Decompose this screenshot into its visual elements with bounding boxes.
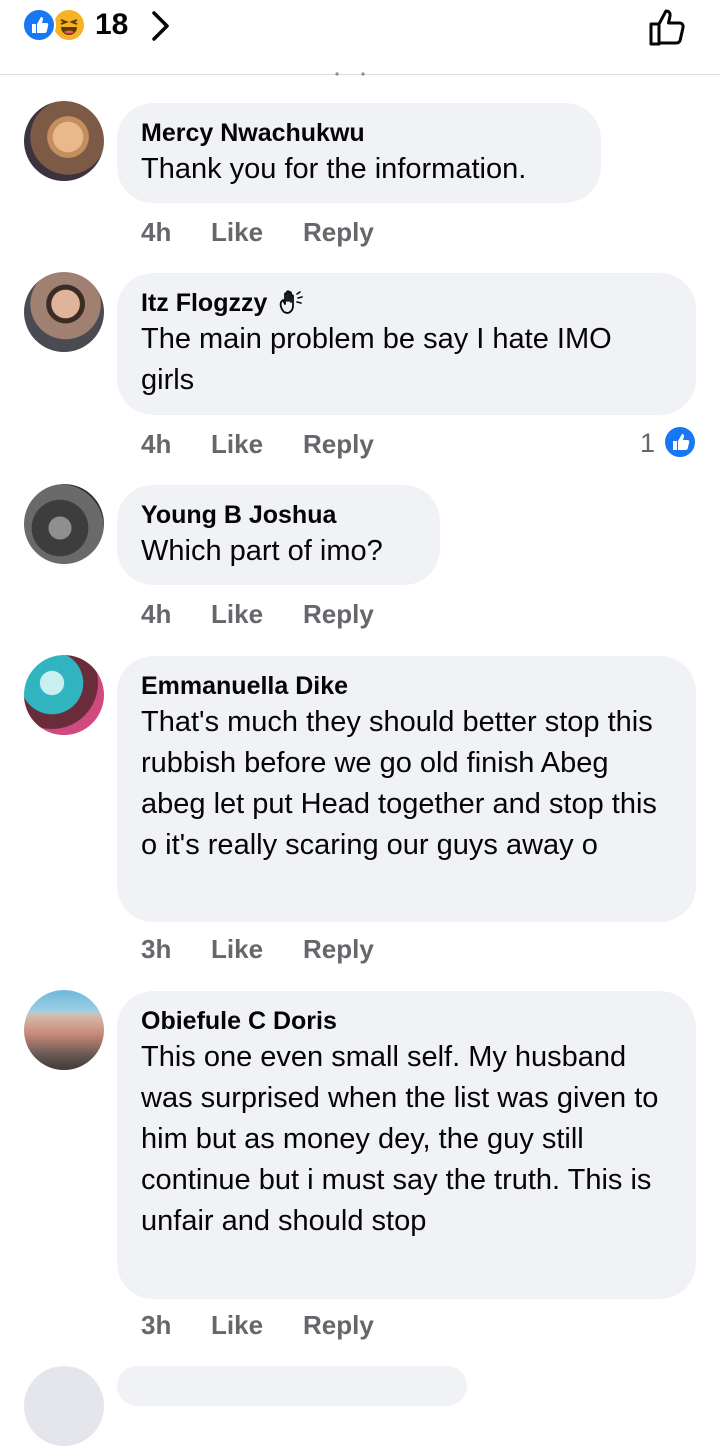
avatar[interactable] [24, 990, 104, 1070]
comment-time[interactable]: 3h [141, 934, 171, 965]
avatar[interactable] [24, 484, 104, 564]
comment-author[interactable]: Emmanuella Dike [141, 670, 670, 702]
comment-bubble[interactable]: Emmanuella Dike That's much they should … [117, 656, 696, 922]
like-button[interactable]: Like [211, 934, 263, 965]
reactions-bar: 18 [0, 0, 720, 76]
like-reaction-icon[interactable] [22, 8, 56, 42]
like-reaction-icon[interactable] [663, 425, 697, 459]
reply-button[interactable]: Reply [303, 1310, 374, 1341]
divider-dots [335, 72, 365, 76]
comment-author[interactable]: Young B Joshua [141, 499, 414, 531]
avatar[interactable] [24, 272, 104, 352]
comment-text: Thank you for the information. [141, 153, 527, 185]
comment-time[interactable]: 4h [141, 429, 171, 460]
reply-button[interactable]: Reply [303, 217, 374, 248]
comment-text: Which part of imo? [141, 535, 383, 567]
comment-author[interactable]: Itz Flogzzy [141, 289, 267, 317]
like-button[interactable]: Like [211, 599, 263, 630]
comment-time[interactable]: 3h [141, 1310, 171, 1341]
avatar[interactable] [24, 101, 104, 181]
haha-reaction-icon[interactable] [52, 8, 86, 42]
like-button[interactable]: Like [211, 429, 263, 460]
comment-time[interactable]: 4h [141, 217, 171, 248]
comment-text: That's much they should better stop this… [141, 706, 657, 861]
like-button[interactable]: Like [211, 1310, 263, 1341]
raised-hand-badge-icon [280, 290, 304, 314]
comment-text: The main problem be say I hate IMO girls [141, 323, 612, 396]
thumbs-up-outline-icon[interactable] [646, 4, 692, 50]
reply-button[interactable]: Reply [303, 934, 374, 965]
comment-bubble[interactable]: Itz Flogzzy The main problem be say I ha… [117, 273, 696, 415]
comment-bubble[interactable]: Mercy Nwachukwu Thank you for the inform… [117, 103, 601, 203]
comment-bubble[interactable]: Obiefule C Doris This one even small sel… [117, 991, 696, 1299]
comment-text: This one even small self. My husband was… [141, 1041, 659, 1237]
chevron-right-icon[interactable] [150, 10, 172, 42]
comment-author[interactable]: Mercy Nwachukwu [141, 117, 575, 149]
comment-time[interactable]: 4h [141, 599, 171, 630]
reaction-count[interactable]: 18 [95, 8, 128, 42]
comment-author-row: Itz Flogzzy [141, 287, 670, 319]
avatar[interactable] [24, 1366, 104, 1446]
like-button[interactable]: Like [211, 217, 263, 248]
comment-author[interactable]: Obiefule C Doris [141, 1005, 670, 1037]
comment-bubble[interactable]: Young B Joshua Which part of imo? [117, 485, 440, 585]
reply-button[interactable]: Reply [303, 599, 374, 630]
comment-bubble[interactable] [117, 1366, 467, 1406]
comment-like-count[interactable]: 1 [640, 428, 655, 459]
avatar[interactable] [24, 655, 104, 735]
reply-button[interactable]: Reply [303, 429, 374, 460]
